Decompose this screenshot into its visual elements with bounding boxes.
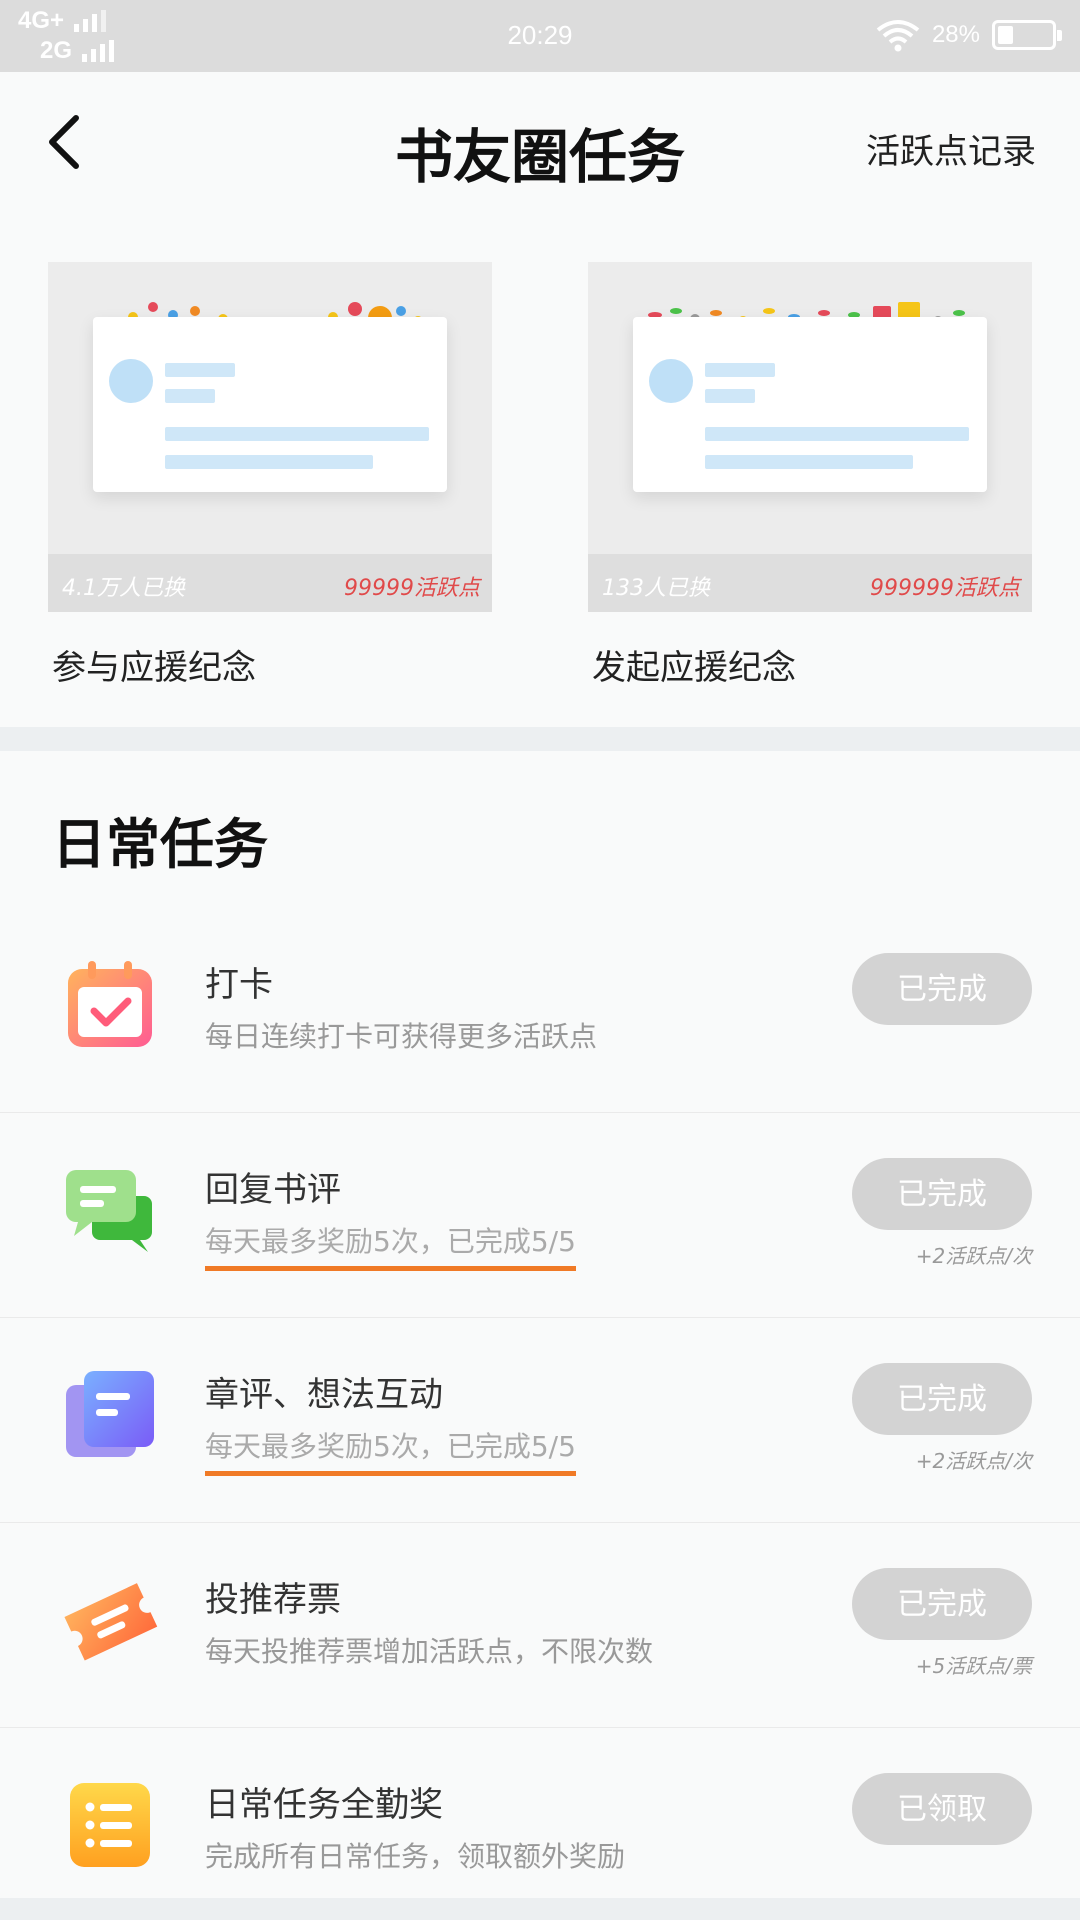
task-status-button[interactable]: 已完成 <box>852 1568 1032 1640</box>
status-bar: 4G+ 2G 20:29 28% <box>0 0 1080 72</box>
task-description: 每天最多奖励5次，已完成5/5 <box>205 1220 576 1271</box>
document-stack-icon <box>66 1371 154 1457</box>
battery-percent: 28% <box>931 21 980 48</box>
avatar <box>109 359 153 403</box>
task-row-full-attendance: 日常任务全勤奖 完成所有日常任务，领取额外奖励 已领取 <box>0 1727 1080 1898</box>
list-icon <box>70 1783 150 1867</box>
task-reward: +5活跃点/票 <box>915 1654 1032 1678</box>
task-description: 每天投推荐票增加活跃点，不限次数 <box>205 1635 654 1668</box>
task-description: 完成所有日常任务，领取额外奖励 <box>205 1840 626 1873</box>
task-reward: +2活跃点/次 <box>915 1449 1032 1473</box>
task-row-reply-review: 回复书评 每天最多奖励5次，已完成5/5 已完成 +2活跃点/次 <box>0 1112 1080 1318</box>
calendar-check-icon <box>68 961 152 1047</box>
card-stats-band: 4.1万人已换 99999活跃点 <box>48 554 492 612</box>
activity-record-link[interactable]: 活跃点记录 <box>866 124 1036 173</box>
task-reward: +2活跃点/次 <box>915 1244 1032 1268</box>
top-bar: 书友圈任务 活跃点记录 <box>0 72 1080 217</box>
ticket-icon <box>64 1583 158 1661</box>
daily-tasks-title: 日常任务 <box>52 812 268 876</box>
memorial-cards: 4.1万人已换 99999活跃点 参与应援纪念 133人已换 999999活跃点… <box>0 217 1080 727</box>
preview-post <box>93 317 447 492</box>
memorial-card-start[interactable]: 133人已换 999999活跃点 发起应援纪念 <box>588 262 1032 689</box>
task-name: 日常任务全勤奖 <box>205 1785 443 1825</box>
task-row-checkin: 打卡 每日连续打卡可获得更多活跃点 已完成 <box>0 907 1080 1113</box>
section-divider <box>0 727 1080 751</box>
task-status-button[interactable]: 已完成 <box>852 953 1032 1025</box>
task-row-recommend-ticket: 投推荐票 每天投推荐票增加活跃点，不限次数 已完成 +5活跃点/票 <box>0 1522 1080 1728</box>
task-status-button[interactable]: 已完成 <box>852 1158 1032 1230</box>
card-preview: 4.1万人已换 99999活跃点 <box>48 262 492 612</box>
card-preview: 133人已换 999999活跃点 <box>588 262 1032 612</box>
task-description: 每日连续打卡可获得更多活跃点 <box>205 1020 598 1053</box>
task-status-button[interactable]: 已领取 <box>852 1773 1032 1845</box>
points-cost: 999999活跃点 <box>870 576 1020 601</box>
exchanged-count: 4.1万人已换 <box>62 576 185 601</box>
points-cost: 99999活跃点 <box>344 576 480 601</box>
task-row-chapter-comments: 章评、想法互动 每天最多奖励5次，已完成5/5 已完成 +2活跃点/次 <box>0 1317 1080 1523</box>
preview-post <box>633 317 987 492</box>
battery-icon <box>992 20 1062 50</box>
chat-bubbles-icon <box>66 1170 152 1252</box>
task-name: 回复书评 <box>205 1170 341 1210</box>
memorial-card-join[interactable]: 4.1万人已换 99999活跃点 参与应援纪念 <box>48 262 492 689</box>
task-name: 投推荐票 <box>205 1580 341 1620</box>
wifi-icon <box>876 20 920 52</box>
task-status-button[interactable]: 已完成 <box>852 1363 1032 1435</box>
card-stats-band: 133人已换 999999活跃点 <box>588 554 1032 612</box>
task-description: 每天最多奖励5次，已完成5/5 <box>205 1425 576 1476</box>
card-name: 发起应援纪念 <box>592 648 796 688</box>
task-name: 章评、想法互动 <box>205 1375 443 1415</box>
bottom-divider <box>0 1898 1080 1920</box>
exchanged-count: 133人已换 <box>602 576 710 601</box>
avatar <box>649 359 693 403</box>
task-name: 打卡 <box>205 965 273 1005</box>
card-name: 参与应援纪念 <box>52 648 256 688</box>
